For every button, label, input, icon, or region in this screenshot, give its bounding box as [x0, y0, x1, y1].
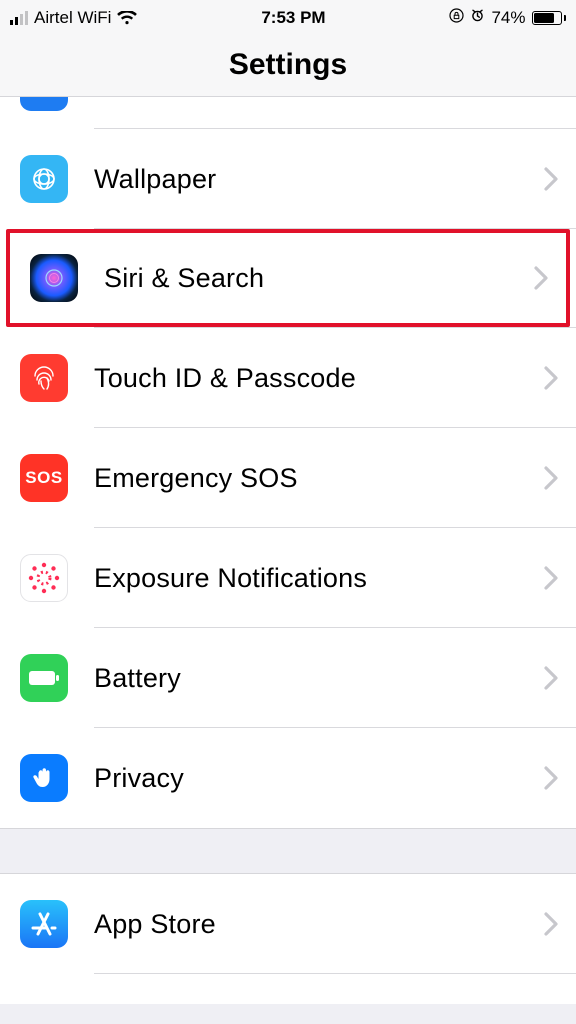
settings-row-label: App Store: [94, 909, 544, 940]
app-store-icon: [20, 900, 68, 948]
settings-row-label: Privacy: [94, 763, 544, 794]
settings-row-emergency-sos[interactable]: SOS Emergency SOS: [0, 428, 576, 528]
settings-row-exposure-notifications[interactable]: Exposure Notifications: [0, 528, 576, 628]
chevron-right-icon: [544, 466, 558, 490]
settings-row-label: Exposure Notifications: [94, 563, 544, 594]
settings-row-label: Wallpaper: [94, 164, 544, 195]
sos-icon: SOS: [20, 454, 68, 502]
section-gap: [0, 828, 576, 874]
siri-icon: [30, 254, 78, 302]
chevron-right-icon: [544, 766, 558, 790]
cellular-signal-icon: [10, 11, 28, 25]
chevron-right-icon: [544, 366, 558, 390]
settings-row-label: Emergency SOS: [94, 463, 544, 494]
hand-icon: [20, 754, 68, 802]
settings-row-truncated-bottom[interactable]: [0, 974, 576, 1004]
exposure-icon: [20, 554, 68, 602]
orientation-lock-icon: [449, 8, 464, 28]
sos-icon-text: SOS: [25, 468, 62, 488]
carrier-label: Airtel WiFi: [34, 8, 111, 28]
page-title: Settings: [0, 36, 576, 97]
settings-row-touchid[interactable]: Touch ID & Passcode: [0, 328, 576, 428]
chevron-right-icon: [544, 167, 558, 191]
battery-icon: [532, 11, 567, 25]
wallpaper-icon: [20, 155, 68, 203]
settings-row-wallpaper[interactable]: Wallpaper: [0, 129, 576, 229]
settings-row-truncated-top[interactable]: [0, 97, 576, 129]
chevron-right-icon: [534, 266, 548, 290]
chevron-right-icon: [544, 666, 558, 690]
status-time: 7:53 PM: [137, 8, 449, 28]
settings-row-battery[interactable]: Battery: [0, 628, 576, 728]
fingerprint-icon: [20, 354, 68, 402]
settings-row-label: Touch ID & Passcode: [94, 363, 544, 394]
settings-row-app-store[interactable]: App Store: [0, 874, 576, 974]
battery-row-icon: [20, 654, 68, 702]
status-bar: Airtel WiFi 7:53 PM 74%: [0, 0, 576, 36]
accessibility-icon: [20, 97, 68, 111]
battery-percent-label: 74%: [491, 8, 525, 28]
status-right: 74%: [449, 8, 566, 28]
settings-list: Wallpaper Siri & Search Touch ID & Passc…: [0, 97, 576, 1004]
settings-row-label: Battery: [94, 663, 544, 694]
status-left: Airtel WiFi: [10, 8, 137, 28]
chevron-right-icon: [544, 566, 558, 590]
wifi-icon: [117, 11, 137, 25]
alarm-icon: [470, 8, 485, 28]
highlight-siri-search: Siri & Search: [6, 229, 570, 327]
settings-row-label: Siri & Search: [104, 263, 534, 294]
settings-row-siri-search[interactable]: Siri & Search: [10, 233, 566, 323]
chevron-right-icon: [544, 912, 558, 936]
settings-row-privacy[interactable]: Privacy: [0, 728, 576, 828]
